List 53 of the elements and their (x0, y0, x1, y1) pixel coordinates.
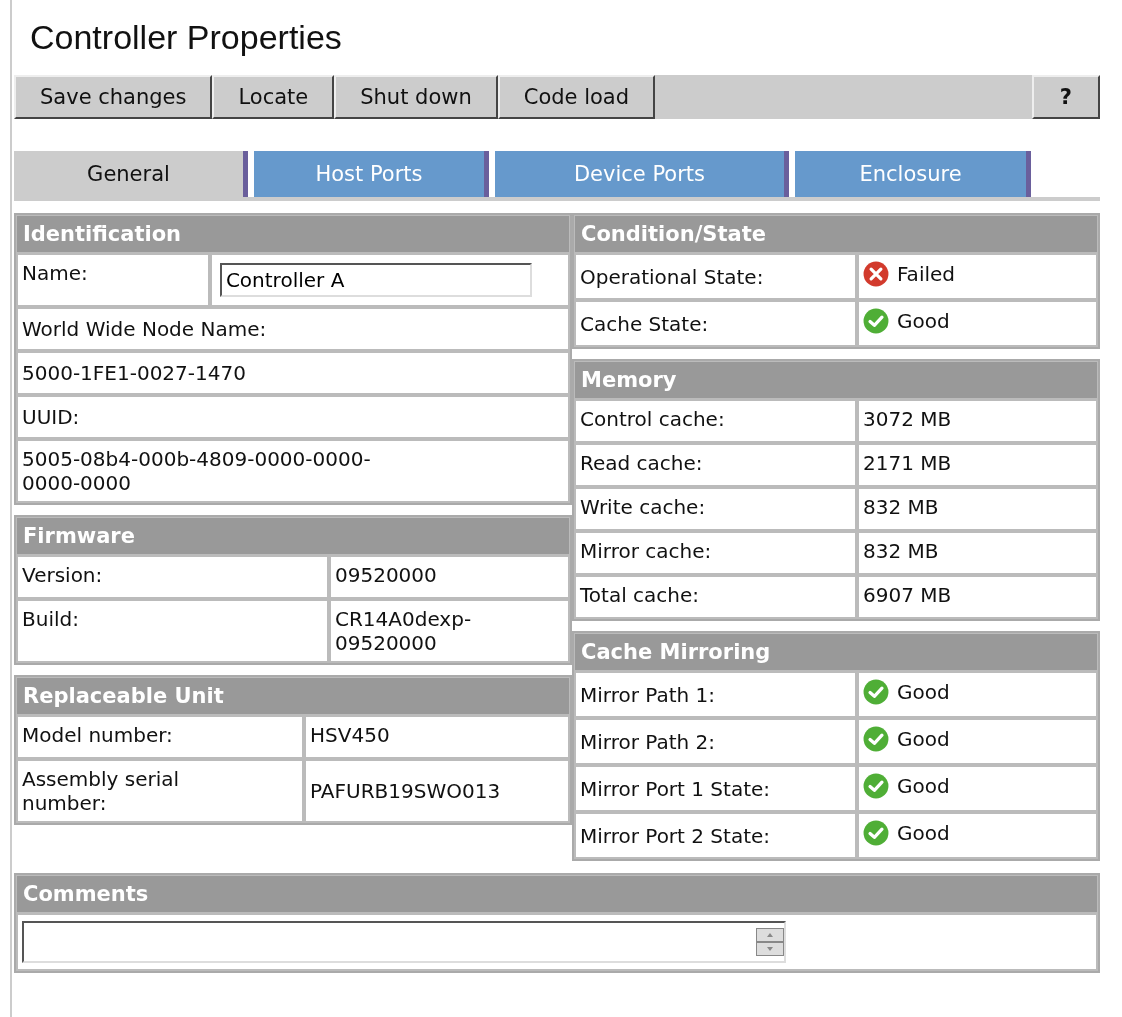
table-cell: 832 MB (856, 531, 1098, 575)
help-button[interactable]: ? (1031, 75, 1100, 119)
page-title: Controller Properties (30, 18, 343, 57)
field-label: Mirror Path 2: (574, 718, 857, 765)
section-header: Condition/State (574, 215, 1098, 253)
field-label: Mirror Path 1: (574, 671, 857, 718)
scroll-up-icon[interactable] (756, 928, 784, 942)
table-cell: UUID: (16, 395, 570, 439)
toolbar-button[interactable]: Locate (212, 75, 335, 119)
table-cell: PAFURB19SWO013 (304, 759, 570, 823)
section-header: Memory (574, 361, 1098, 399)
section-header: Replaceable Unit (16, 677, 570, 715)
table-cell: 6907 MB (856, 575, 1098, 619)
status-text: Good (896, 774, 950, 798)
name-input[interactable]: Controller A (219, 263, 532, 297)
field-label: Assembly serial number: (16, 759, 305, 823)
table-cell: 3072 MB (856, 399, 1098, 443)
field-label: Name: (16, 253, 210, 307)
status-text: Good (896, 727, 950, 751)
field-label: Total cache: (574, 575, 857, 619)
table-cell: HSV450 (304, 715, 570, 759)
field-label: Mirror cache: (574, 531, 857, 575)
table-cell: CR14A0dexp- 09520000 (329, 599, 570, 663)
status-text: Failed (896, 262, 955, 286)
field-label: Mirror Port 2 State: (574, 812, 857, 859)
table-cell: World Wide Node Name: (16, 307, 570, 351)
field-label: Read cache: (574, 443, 857, 487)
section-header: Cache Mirroring (574, 633, 1098, 671)
field-label: Model number: (16, 715, 305, 759)
toolbar-button[interactable]: Save changes (14, 75, 213, 119)
toolbar-button[interactable]: Shut down (334, 75, 498, 119)
field-label: Build: (16, 599, 329, 663)
table-cell: 832 MB (856, 487, 1098, 531)
table-cell: 5005-08b4-000b-4809-0000-0000- 0000-0000 (16, 439, 570, 503)
section-header: Firmware (16, 517, 570, 555)
scroll-down-icon[interactable] (756, 942, 784, 956)
tab[interactable]: General (14, 151, 248, 197)
field-label: Cache State: (574, 300, 857, 347)
section-header: Identification (16, 215, 570, 253)
status-text: Good (896, 309, 950, 333)
field-label: Control cache: (574, 399, 857, 443)
field-label: Mirror Port 1 State: (574, 765, 857, 812)
comments-field[interactable] (22, 921, 786, 963)
field-label: Version: (16, 555, 329, 599)
status-text: Good (896, 680, 950, 704)
field-label: Write cache: (574, 487, 857, 531)
status-text: Good (896, 821, 950, 845)
table-cell: 2171 MB (856, 443, 1098, 487)
section-header: Comments (16, 875, 1098, 913)
toolbar-button[interactable]: Code load (497, 75, 656, 119)
table-cell: 09520000 (329, 555, 570, 599)
field-label: Operational State: (574, 253, 857, 300)
table-cell: 5000-1FE1-0027-1470 (16, 351, 570, 395)
